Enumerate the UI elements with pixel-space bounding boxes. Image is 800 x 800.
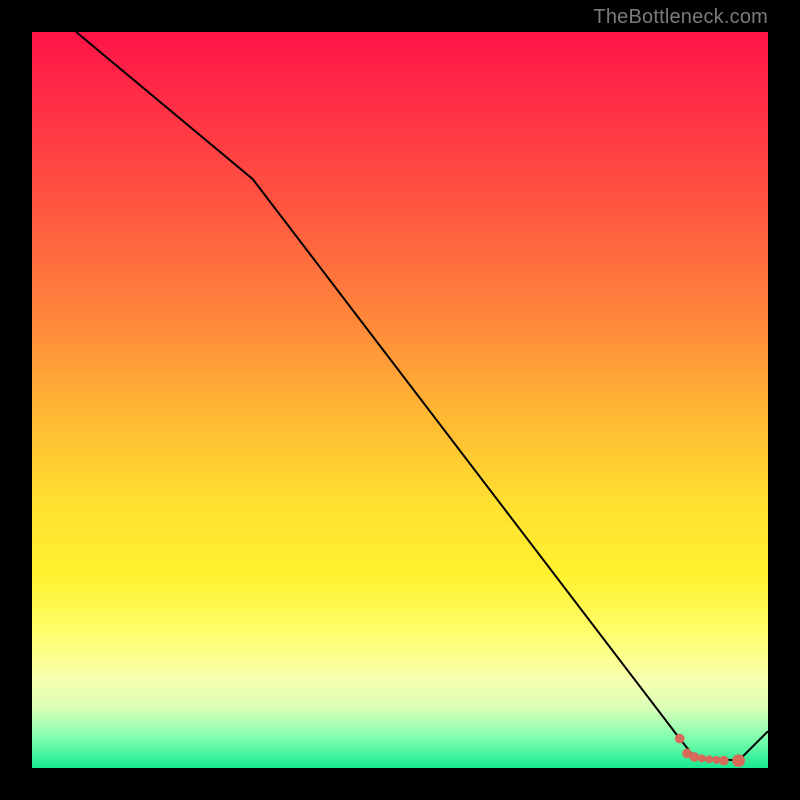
- marker-dot: [698, 754, 706, 762]
- chart-frame: TheBottleneck.com: [0, 0, 800, 800]
- marker-dot: [690, 752, 700, 762]
- chart-plot-area: [32, 32, 768, 768]
- chart-markers: [675, 734, 745, 767]
- attribution-label: TheBottleneck.com: [593, 6, 768, 29]
- marker-dot: [675, 734, 685, 744]
- marker-dot: [705, 755, 713, 763]
- chart-overlay: [32, 32, 768, 768]
- marker-dot: [719, 756, 729, 766]
- chart-curve: [76, 32, 768, 761]
- marker-dot: [732, 754, 745, 767]
